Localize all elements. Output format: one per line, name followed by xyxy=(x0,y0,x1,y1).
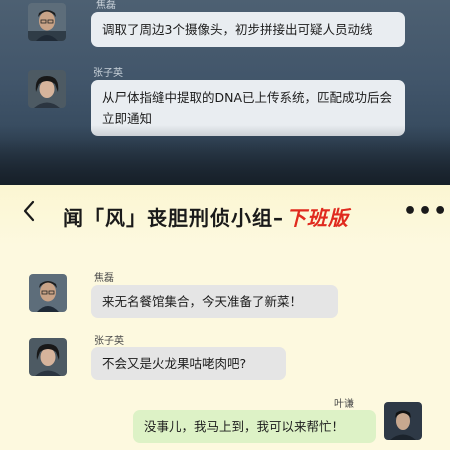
message-bubble[interactable]: 不会又是火龙果咕咾肉吧? xyxy=(91,347,286,380)
chat-title-main: 闻「风」丧胆刑侦小组– xyxy=(63,206,284,230)
chevron-left-icon[interactable] xyxy=(22,199,36,229)
chat-area: 焦磊 来无名餐馆集合，今天准备了新菜！ 张子英 不会又是火龙果咕咾肉吧? 叶谦 … xyxy=(0,245,450,450)
sender-name: 焦磊 xyxy=(96,0,116,11)
chat-header: 闻「风」丧胆刑侦小组– 下班版 ••• xyxy=(0,185,450,245)
avatar[interactable] xyxy=(29,338,67,376)
top-chat-panel: 焦磊 调取了周边3个摄像头，初步拼接出可疑人员动线 张子英 从尸体指缝中提取的D… xyxy=(0,0,450,185)
avatar[interactable] xyxy=(28,70,66,108)
avatar[interactable] xyxy=(28,3,66,41)
sender-name: 叶谦 xyxy=(334,399,354,410)
sender-name: 焦磊 xyxy=(94,273,114,284)
avatar[interactable] xyxy=(29,274,67,312)
more-dots-icon[interactable]: ••• xyxy=(403,199,448,224)
message-bubble[interactable]: 没事儿，我马上到，我可以来帮忙！ xyxy=(133,410,376,443)
message-bubble[interactable]: 从尸体指缝中提取的DNA已上传系统，匹配成功后会立即通知 xyxy=(91,80,405,136)
avatar[interactable] xyxy=(384,402,422,440)
sender-name: 张子英 xyxy=(93,68,123,79)
sender-name: 张子英 xyxy=(94,336,124,347)
chat-title: 闻「风」丧胆刑侦小组– 下班版 xyxy=(63,202,349,231)
message-bubble[interactable]: 来无名餐馆集合，今天准备了新菜！ xyxy=(91,285,338,318)
chat-title-tag: 下班版 xyxy=(286,206,349,230)
message-bubble[interactable]: 调取了周边3个摄像头，初步拼接出可疑人员动线 xyxy=(91,12,405,47)
